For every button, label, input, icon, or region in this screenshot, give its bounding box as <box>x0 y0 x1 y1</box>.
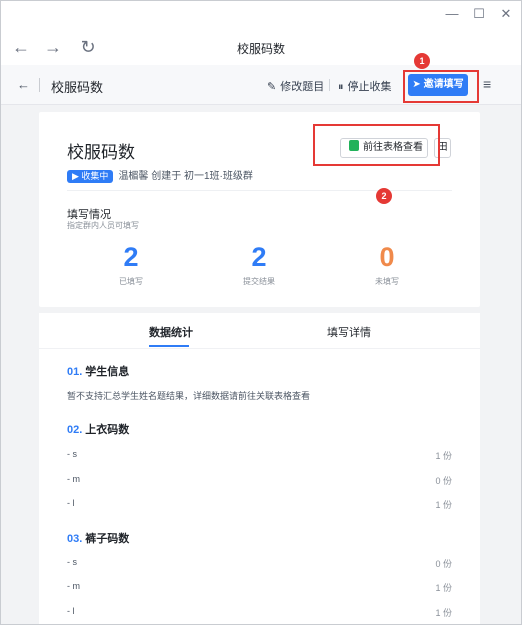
tab-fill-details[interactable]: 填写详情 <box>327 324 371 340</box>
stat-filled-label: 已填写 <box>119 277 143 286</box>
pencil-icon: ✎ <box>267 81 277 93</box>
edit-questions-button[interactable]: ✎ 修改题目 <box>267 78 324 94</box>
option-count: 1 份 <box>435 583 452 593</box>
page-title: 校服码数 <box>236 42 285 56</box>
stat-submitted-label: 提交结果 <box>243 277 275 286</box>
tab-data-statistics[interactable]: 数据统计 <box>149 324 193 340</box>
title-bar: — ☐ ✕ <box>1 1 521 29</box>
annotation-badge-1: 1 <box>414 53 430 69</box>
card-divider <box>67 190 452 191</box>
option-label: - s <box>67 557 77 567</box>
question-text: 上衣码数 <box>85 424 130 436</box>
question-title: 01. 学生信息 <box>67 363 129 379</box>
tab-divider <box>39 348 480 349</box>
creator-info: 温楣馨 创建于 初一1班·班级群 <box>118 171 253 182</box>
question-number: 01. <box>67 366 83 378</box>
question-title: 03. 裤子码数 <box>67 530 129 546</box>
stat-submitted[interactable]: 2 提交结果 <box>219 242 299 287</box>
annotation-badge-2: 2 <box>376 188 392 204</box>
form-meta: ▶ 收集中 温楣馨 创建于 初一1班·班级群 <box>67 167 253 183</box>
browser-nav: ← → ↻ 校服码数 <box>1 29 521 65</box>
option-label: - l <box>67 606 75 616</box>
stat-filled[interactable]: 2 已填写 <box>91 242 171 287</box>
question-text: 裤子码数 <box>85 533 130 545</box>
option-label: - m <box>67 581 80 591</box>
question-title: 02. 上衣码数 <box>67 421 129 437</box>
pause-circle-icon: ⏸ <box>338 81 344 93</box>
app-window: — ☐ ✕ ← → ↻ 校服码数 ← 校服码数 ✎ 修改题目 ⏸ 停止收集 ➤ 邀请… <box>0 0 522 625</box>
stat-unfilled-value: 0 <box>379 242 395 272</box>
stat-unfilled[interactable]: 0 未填写 <box>347 242 427 287</box>
option-label: - l <box>67 498 75 508</box>
active-tab-indicator <box>149 345 189 347</box>
stat-submitted-value: 2 <box>251 242 267 272</box>
option-count: 0 份 <box>435 559 452 569</box>
stat-filled-value: 2 <box>123 242 139 272</box>
option-count: 1 份 <box>435 608 452 618</box>
question-number: 02. <box>67 424 83 436</box>
toolbar-divider <box>329 79 330 91</box>
edit-questions-label: 修改题目 <box>280 81 325 93</box>
question-text: 学生信息 <box>85 366 130 378</box>
annotation-box-2 <box>313 124 440 166</box>
question-note: 暂不支持汇总学生姓名题结果，详细数据请前往关联表格查看 <box>67 391 311 401</box>
toolbar-back-icon[interactable]: ← <box>17 77 30 92</box>
stop-collecting-button[interactable]: ⏸ 停止收集 <box>338 78 392 94</box>
status-badge: ▶ 收集中 <box>67 170 114 183</box>
option-label: - m <box>67 474 80 484</box>
stat-unfilled-label: 未填写 <box>375 277 399 286</box>
toolbar-divider <box>39 78 40 92</box>
option-count: 0 份 <box>435 476 452 486</box>
close-icon[interactable]: ✕ <box>496 5 516 23</box>
option-label: - s <box>67 449 77 459</box>
toolbar-title: 校服码数 <box>51 80 104 95</box>
maximize-icon[interactable]: ☐ <box>469 5 489 23</box>
statistics-panel: 数据统计 填写详情 01. 学生信息 暂不支持汇总学生姓名题结果，详细数据请前往关… <box>39 313 480 624</box>
option-count: 1 份 <box>435 451 452 461</box>
minimize-icon[interactable]: — <box>442 5 462 23</box>
annotation-box-1 <box>403 70 479 103</box>
fill-status-subtitle: 指定群内人员可填写 <box>67 221 139 230</box>
stop-collecting-label: 停止收集 <box>347 81 392 93</box>
menu-icon[interactable]: ≡ <box>483 76 491 92</box>
option-count: 1 份 <box>435 500 452 510</box>
question-number: 03. <box>67 533 83 545</box>
form-title: 校服码数 <box>67 143 135 162</box>
